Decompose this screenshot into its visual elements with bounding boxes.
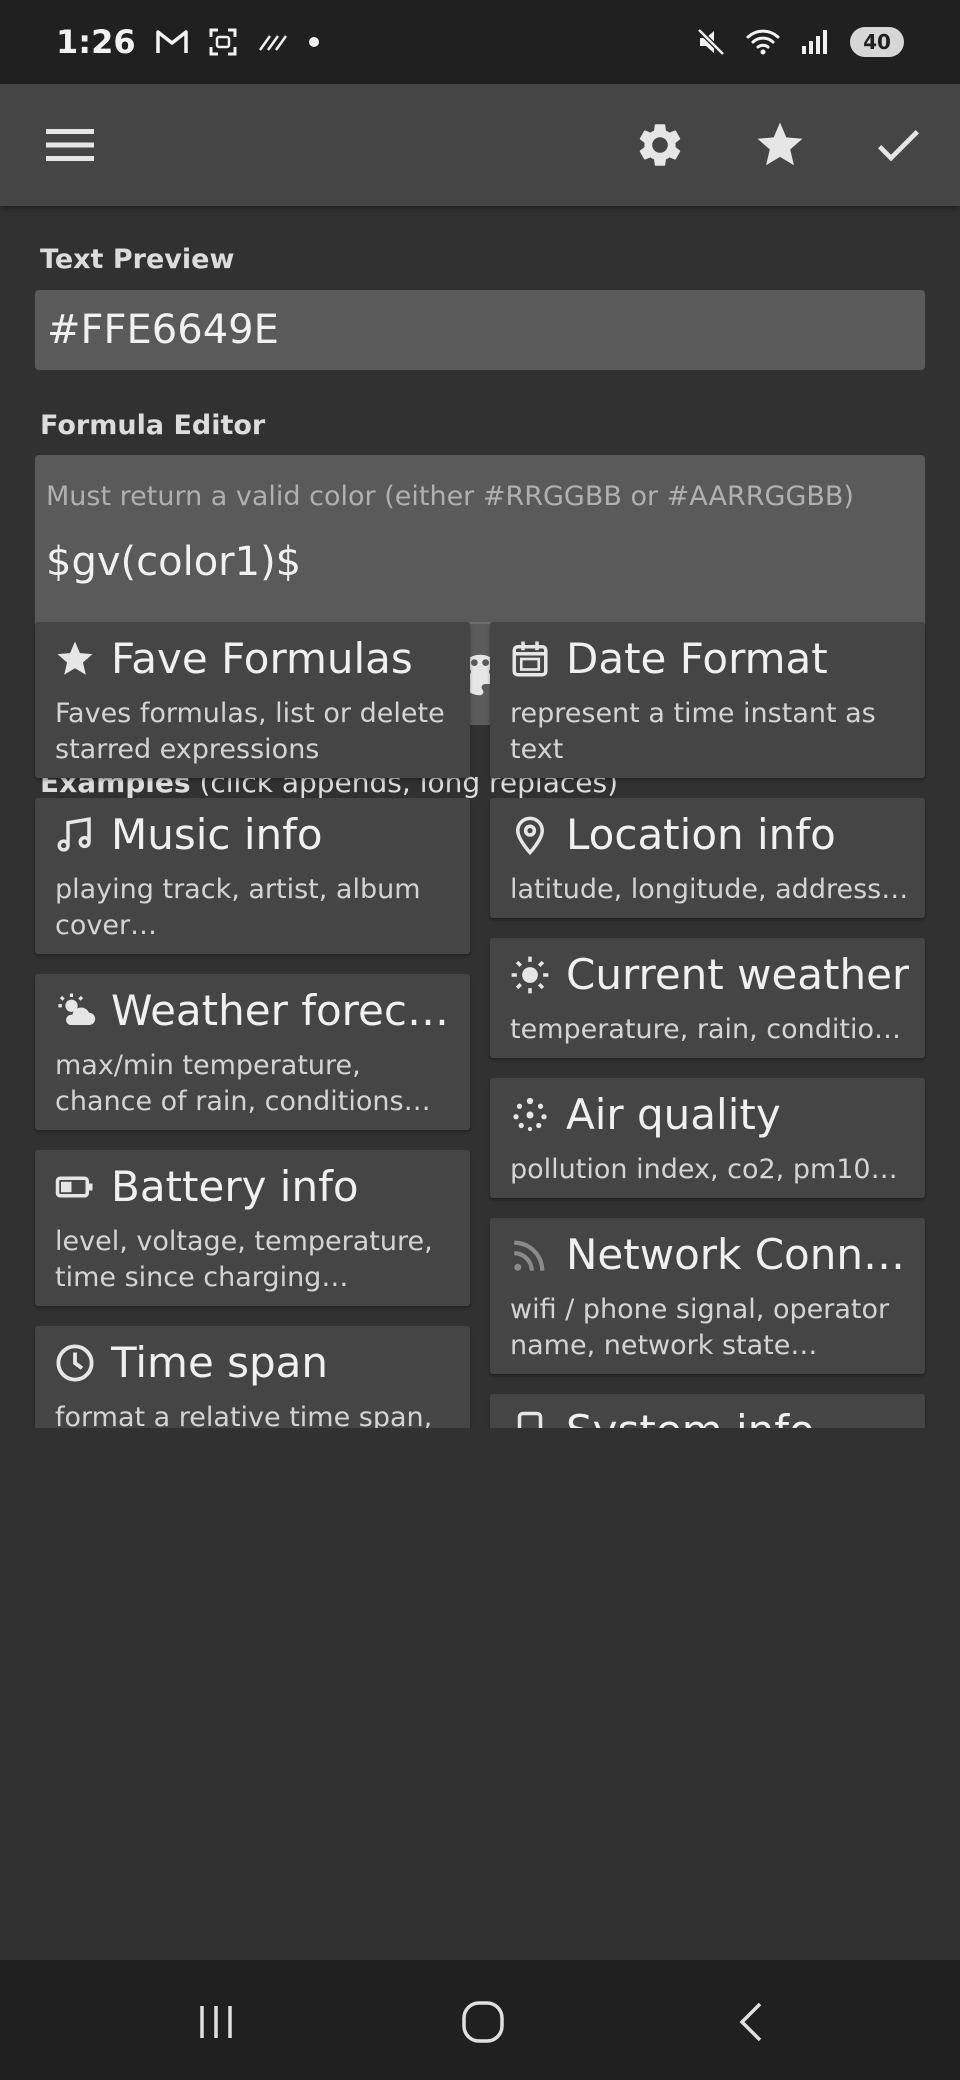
example-card-weather-forecast[interactable]: Weather forecast max/min temperature, ch… — [35, 974, 470, 1130]
rss-signal-icon — [508, 1233, 552, 1277]
example-card-current-weather[interactable]: Current weather temperature, rain, condi… — [490, 938, 925, 1058]
card-header: Location info — [508, 810, 913, 859]
example-card-date-format[interactable]: Date Format represent a time instant as … — [490, 622, 925, 778]
card-description: max/min temperature, chance of rain, con… — [55, 1050, 431, 1117]
card-header: Air quality — [508, 1090, 913, 1139]
example-card-system-info[interactable]: System info — [490, 1394, 925, 1428]
music-note-icon — [53, 813, 97, 857]
back-button[interactable] — [720, 1990, 784, 2054]
wifi-icon — [746, 28, 780, 56]
signal-stripes-icon — [258, 32, 288, 52]
gmail-icon — [155, 29, 188, 55]
text-preview-label: Text Preview — [40, 244, 235, 275]
menu-button[interactable] — [40, 115, 100, 175]
status-bar-left: 1:26 — [56, 23, 320, 61]
settings-icon — [639, 124, 681, 166]
status-time: 1:26 — [56, 23, 136, 61]
card-description: wifi / phone signal, operator name, netw… — [510, 1294, 890, 1361]
star-icon — [53, 637, 97, 681]
dot-icon — [308, 36, 320, 48]
recents-icon — [200, 2006, 232, 2038]
card-description: level, voltage, temperature, time since … — [55, 1226, 433, 1293]
card-title: Weather forecast — [111, 986, 458, 1035]
card-header: Fave Formulas — [53, 634, 458, 683]
menu-icon — [46, 129, 94, 161]
card-title: Air quality — [566, 1090, 781, 1139]
phone-icon — [508, 1409, 552, 1428]
card-header: Weather forecast — [53, 986, 458, 1035]
clock-icon — [53, 1341, 97, 1385]
example-card-battery-info[interactable]: Battery info level, voltage, temperature… — [35, 1150, 470, 1306]
example-card-air-quality[interactable]: Air quality pollution index, co2, pm10… — [490, 1078, 925, 1198]
recents-button[interactable] — [184, 1990, 248, 2054]
home-button[interactable] — [451, 1990, 515, 2054]
star-icon — [757, 122, 803, 166]
battery-icon — [53, 1165, 97, 1209]
cellular-icon — [800, 28, 830, 56]
card-title: Time span — [111, 1338, 329, 1387]
card-description: format a relative time span, — [55, 1402, 433, 1428]
back-icon — [739, 2002, 762, 2042]
sun-icon — [508, 953, 552, 997]
card-header: Battery info — [53, 1162, 458, 1211]
example-card-music-info[interactable]: Music info playing track, artist, album … — [35, 798, 470, 954]
formula-editor-label: Formula Editor — [40, 410, 266, 441]
battery-icon: 40 — [850, 27, 904, 57]
card-description: represent a time instant as text — [510, 698, 876, 765]
card-description: latitude, longitude, address… — [510, 874, 909, 905]
app-toolbar — [0, 84, 960, 206]
check-icon — [877, 130, 919, 162]
card-title: Location info — [566, 810, 836, 859]
card-title: Battery info — [111, 1162, 359, 1211]
card-description: Faves formulas, list or delete starred e… — [55, 698, 445, 765]
air-quality-icon — [508, 1093, 552, 1137]
screenshot-icon — [208, 27, 238, 57]
card-description: playing track, artist, album cover… — [55, 874, 421, 941]
example-card-location-info[interactable]: Location info latitude, longitude, addre… — [490, 798, 925, 918]
card-title: Fave Formulas — [111, 634, 413, 683]
card-header: System info — [508, 1406, 913, 1428]
settings-button[interactable] — [630, 115, 690, 175]
card-title: Date Format — [566, 634, 828, 683]
home-icon — [462, 2001, 504, 2043]
card-title: Current weather — [566, 950, 910, 999]
location-pin-icon — [508, 813, 552, 857]
card-title: System info — [566, 1406, 815, 1428]
card-title: Music info — [111, 810, 323, 859]
formula-input[interactable]: $gv(color1)$ — [46, 539, 301, 585]
example-card-fave-formulas[interactable]: Fave Formulas Faves formulas, list or de… — [35, 622, 470, 778]
partly-cloudy-icon — [53, 989, 97, 1033]
card-header: Date Format — [508, 634, 913, 683]
card-header: Time span — [53, 1338, 458, 1387]
card-header: Network Connectivity — [508, 1230, 913, 1279]
example-card-network-connectivity[interactable]: Network Connectivity wifi / phone signal… — [490, 1218, 925, 1374]
confirm-button[interactable] — [868, 115, 928, 175]
formula-editor-hint: Must return a valid color (either #RRGGB… — [46, 481, 854, 512]
battery-level: 40 — [863, 30, 891, 54]
favorite-button[interactable] — [750, 115, 810, 175]
example-card-time-span[interactable]: Time span format a relative time span, — [35, 1326, 470, 1428]
text-preview-value: #FFE6649E — [47, 307, 279, 353]
examples-grid: Fave Formulas Faves formulas, list or de… — [0, 614, 960, 1428]
card-header: Music info — [53, 810, 458, 859]
status-bar: 1:26 40 — [0, 0, 960, 84]
mute-icon — [696, 27, 726, 57]
card-description: pollution index, co2, pm10… — [510, 1154, 898, 1185]
card-description: temperature, rain, conditions… — [510, 1014, 910, 1045]
card-title: Network Connectivity — [566, 1230, 913, 1279]
status-bar-right: 40 — [696, 27, 904, 57]
card-header: Current weather — [508, 950, 913, 999]
navigation-bar — [0, 1960, 960, 2080]
calendar-icon — [508, 637, 552, 681]
text-preview-box: #FFE6649E — [35, 290, 925, 370]
